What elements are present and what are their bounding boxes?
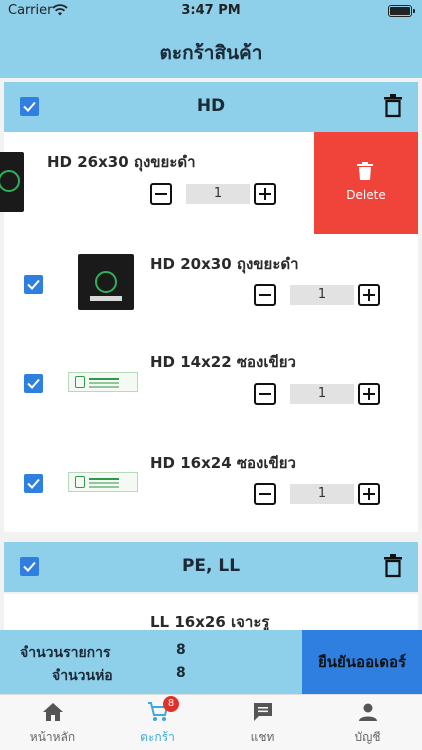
tab-cart[interactable]: 8 ตะกร้า — [105, 695, 210, 750]
status-time: 3:47 PM — [181, 3, 241, 18]
decrease-button[interactable] — [254, 284, 276, 306]
decrease-button[interactable] — [254, 483, 276, 505]
quantity-stepper: 1 — [254, 481, 380, 507]
cart-item[interactable]: HD 14x22 ซองเขียว 1 — [4, 332, 418, 432]
check-icon — [27, 279, 40, 290]
product-image — [0, 152, 24, 212]
check-icon — [27, 378, 40, 389]
product-image — [68, 472, 138, 492]
order-summary: จำนวนรายการ 8 จำนวนห่อ 8 — [0, 630, 302, 694]
tab-bar: หน้าหลัก 8 ตะกร้า แชท บัญชี — [0, 694, 422, 750]
quantity-value[interactable]: 1 — [290, 384, 354, 404]
increase-button[interactable] — [254, 183, 276, 205]
increase-button[interactable] — [358, 284, 380, 306]
tab-label: แชท — [250, 730, 275, 744]
item-name: HD 14x22 ซองเขียว — [150, 353, 296, 371]
battery-icon — [388, 5, 415, 17]
cart-badge: 8 — [163, 696, 179, 712]
home-icon — [43, 703, 63, 721]
packs-count-label: จำนวนห่อ — [52, 668, 113, 684]
swipe-delete-button[interactable]: Delete — [314, 132, 418, 234]
item-select-checkbox[interactable] — [24, 275, 43, 294]
items-count-label: จำนวนรายการ — [20, 645, 111, 661]
shop-header-pe-ll: PE, LL — [4, 542, 418, 592]
tab-account[interactable]: บัญชี — [315, 695, 420, 750]
shop-name: HD — [196, 96, 226, 116]
trash-icon — [357, 162, 373, 180]
increase-button[interactable] — [358, 383, 380, 405]
product-image — [68, 372, 138, 392]
quantity-value[interactable]: 1 — [290, 285, 354, 305]
item-select-checkbox[interactable] — [24, 374, 43, 393]
tab-chat[interactable]: แชท — [210, 695, 315, 750]
decrease-button[interactable] — [150, 183, 172, 205]
status-bar: Carrier 3:47 PM — [0, 0, 422, 22]
tab-home[interactable]: หน้าหลัก — [0, 695, 105, 750]
shop-name: PE, LL — [181, 556, 241, 576]
quantity-stepper: 1 — [254, 282, 380, 308]
quantity-stepper: 1 — [150, 181, 276, 207]
item-name: HD 26x30 ถุงขยะดำ — [47, 153, 196, 171]
delete-label: Delete — [346, 188, 386, 202]
quantity-stepper: 1 — [254, 381, 380, 407]
increase-button[interactable] — [358, 483, 380, 505]
tab-label: หน้าหลัก — [29, 730, 76, 744]
cart-item[interactable]: HD 20x30 ถุงขยะดำ 1 — [4, 234, 418, 334]
quantity-value[interactable]: 1 — [186, 184, 250, 204]
packs-count-value: 8 — [176, 665, 186, 681]
trash-icon[interactable] — [384, 94, 402, 118]
shop-header-hd: HD — [4, 82, 418, 132]
item-name: HD 20x30 ถุงขยะดำ — [150, 255, 299, 273]
tab-label: ตะกร้า — [140, 730, 175, 744]
item-select-checkbox[interactable] — [24, 474, 43, 493]
cart-item[interactable]: HD 16x24 ซองเขียว 1 — [4, 432, 418, 532]
product-image — [78, 254, 134, 310]
confirm-order-button[interactable]: ยืนยันออเดอร์ — [302, 630, 422, 694]
check-icon — [27, 478, 40, 489]
page-title: ตะกร้าสินค้า — [159, 42, 263, 64]
shop-card-pe-ll: LL 16x26 เจาะรู — [4, 594, 418, 631]
item-name: HD 16x24 ซองเขียว — [150, 454, 296, 472]
nav-bar: ตะกร้าสินค้า — [0, 22, 422, 78]
chat-icon — [254, 703, 272, 721]
tab-label: บัญชี — [354, 730, 381, 744]
trash-icon[interactable] — [384, 554, 402, 578]
quantity-value[interactable]: 1 — [290, 484, 354, 504]
decrease-button[interactable] — [254, 383, 276, 405]
account-icon — [359, 703, 377, 721]
items-count-value: 8 — [176, 642, 186, 658]
